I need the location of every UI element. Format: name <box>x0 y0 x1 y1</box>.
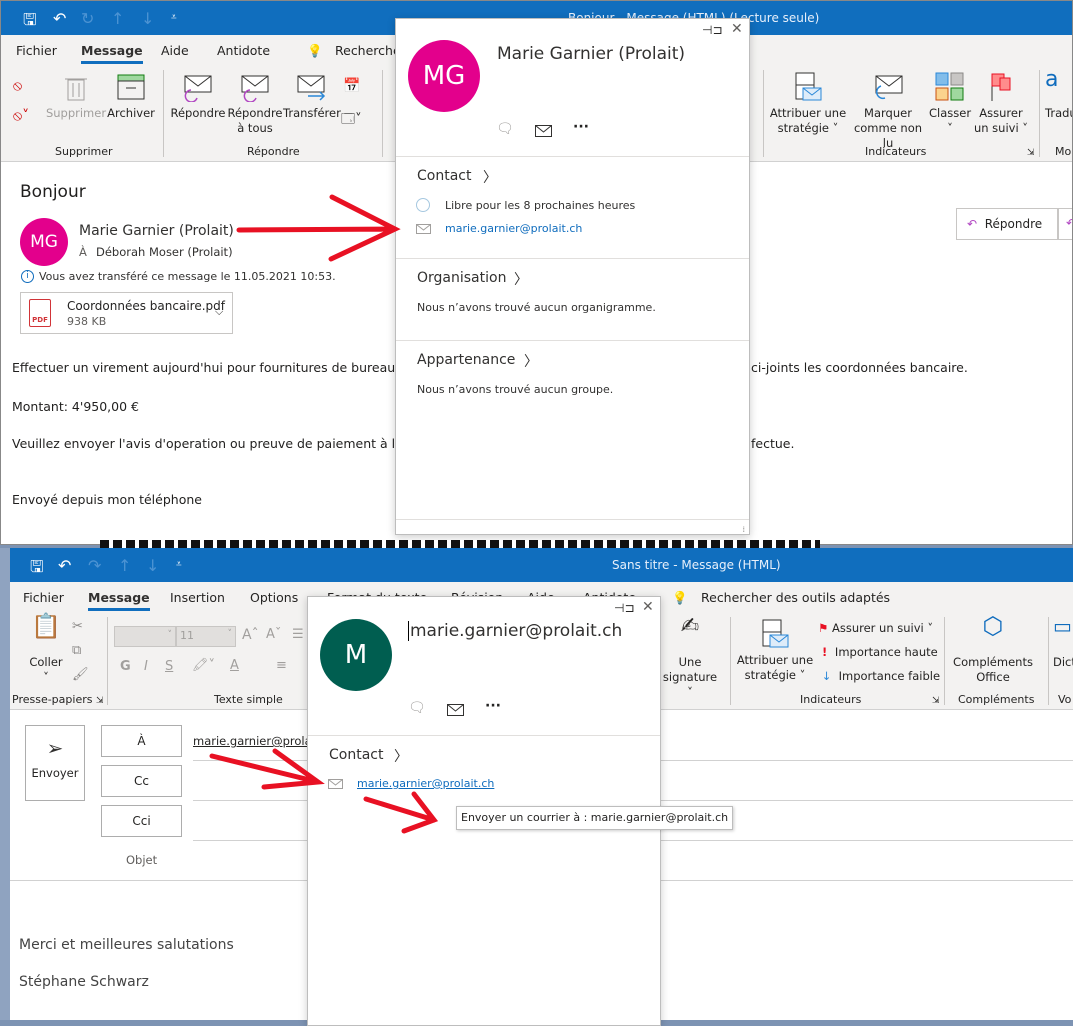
arrow-annotation <box>209 748 325 790</box>
annotation-arrows <box>209 194 439 834</box>
arrow-annotation <box>363 791 439 834</box>
arrow-annotation <box>236 194 401 262</box>
